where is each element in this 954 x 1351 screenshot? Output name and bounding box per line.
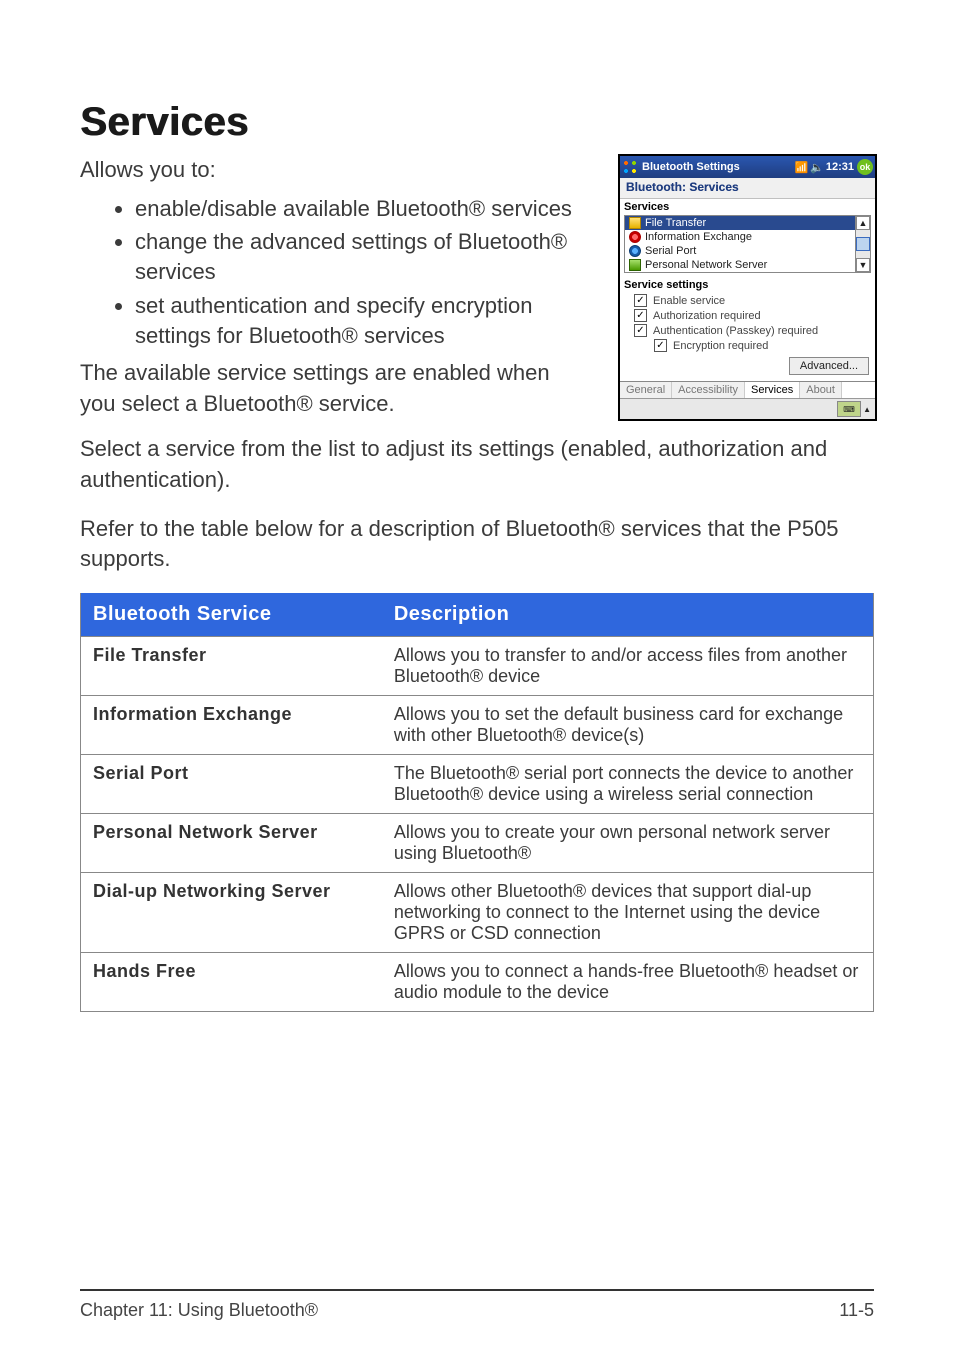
footer-chapter: Chapter 11: Using Bluetooth®	[80, 1300, 318, 1321]
service-list-item-label: Personal Network Server	[645, 259, 767, 271]
table-cell-service-name: Serial Port	[81, 755, 382, 814]
info-icon	[629, 231, 641, 243]
table-row: File TransferAllows you to transfer to a…	[81, 637, 874, 696]
table-cell-description: Allows other Bluetooth® devices that sup…	[382, 873, 874, 953]
checkbox[interactable]: ✓	[634, 294, 647, 307]
table-cell-service-name: Personal Network Server	[81, 814, 382, 873]
table-row: Personal Network ServerAllows you to cre…	[81, 814, 874, 873]
ppc-title-bar: Bluetooth Settings 📶 🔈 12:31 ok	[620, 156, 875, 178]
service-list-item[interactable]: File Transfer	[625, 216, 870, 230]
sip-arrow-icon[interactable]: ▲	[861, 405, 873, 414]
intro-line: Allows you to:	[80, 155, 591, 186]
services-listbox[interactable]: File Transfer Information Exchange Serial …	[624, 215, 871, 273]
table-cell-service-name: Hands Free	[81, 953, 382, 1012]
pocketpc-screenshot: Bluetooth Settings 📶 🔈 12:31 ok Bluetoot…	[619, 155, 876, 420]
ppc-bottom-bar: ⌨ ▲	[620, 398, 875, 419]
table-row: Information ExchangeAllows you to set th…	[81, 696, 874, 755]
service-list-item-label: File Transfer	[645, 217, 706, 229]
table-cell-description: Allows you to set the default business c…	[382, 696, 874, 755]
footer-rule	[80, 1289, 874, 1291]
bullet-item: enable/disable available Bluetooth® serv…	[135, 194, 591, 224]
feature-bullets: enable/disable available Bluetooth® serv…	[80, 194, 591, 350]
scroll-down-icon[interactable]: ▼	[856, 258, 870, 272]
table-cell-service-name: Information Exchange	[81, 696, 382, 755]
bullet-item: change the advanced settings of Bluetoot…	[135, 227, 591, 286]
footer-page-number: 11-5	[839, 1300, 874, 1321]
para-refer-table: Refer to the table below for a descripti…	[80, 514, 874, 576]
table-cell-service-name: File Transfer	[81, 637, 382, 696]
service-list-item-label: Serial Port	[645, 245, 696, 257]
table-cell-service-name: Dial-up Networking Server	[81, 873, 382, 953]
table-cell-description: Allows you to create your own personal n…	[382, 814, 874, 873]
checkbox[interactable]: ✓	[634, 309, 647, 322]
service-list-item-label: Information Exchange	[645, 231, 752, 243]
para-select-service: Select a service from the list to adjust…	[80, 434, 874, 496]
list-scrollbar[interactable]: ▲ ▼	[855, 216, 870, 272]
para-available-settings: The available service settings are enabl…	[80, 358, 591, 420]
service-setting-row: ✓ Encryption required	[620, 338, 875, 353]
table-header-service: Bluetooth Service	[81, 593, 382, 637]
page-heading: Services	[80, 100, 874, 145]
table-row: Hands FreeAllows you to connect a hands-…	[81, 953, 874, 1012]
service-list-item[interactable]: Serial Port	[625, 244, 870, 258]
advanced-button[interactable]: Advanced...	[789, 357, 869, 375]
serial-icon	[629, 245, 641, 257]
net-icon	[629, 259, 641, 271]
start-icon[interactable]	[622, 159, 638, 175]
service-list-item[interactable]: Personal Network Server	[625, 258, 870, 272]
ppc-clock: 12:31	[826, 161, 854, 173]
service-setting-row: ✓ Authorization required	[620, 308, 875, 323]
checkbox[interactable]: ✓	[634, 324, 647, 337]
table-cell-description: The Bluetooth® serial port connects the …	[382, 755, 874, 814]
table-header-description: Description	[382, 593, 874, 637]
table-cell-description: Allows you to transfer to and/or access …	[382, 637, 874, 696]
checkbox-label: Authorization required	[653, 310, 761, 322]
service-setting-row: ✓ Authentication (Passkey) required	[620, 323, 875, 338]
ppc-app-title: Bluetooth Settings	[642, 161, 794, 173]
folder-icon	[629, 217, 641, 229]
ppc-tab[interactable]: Services	[745, 382, 800, 398]
scroll-up-icon[interactable]: ▲	[856, 216, 870, 230]
scroll-thumb[interactable]	[856, 237, 870, 251]
table-cell-description: Allows you to connect a hands-free Bluet…	[382, 953, 874, 1012]
ppc-tab[interactable]: General	[620, 382, 672, 398]
service-list-item[interactable]: Information Exchange	[625, 230, 870, 244]
ppc-tab[interactable]: Accessibility	[672, 382, 745, 398]
services-group-label: Services	[620, 199, 875, 215]
checkbox-label: Enable service	[653, 295, 725, 307]
table-row: Dial-up Networking ServerAllows other Bl…	[81, 873, 874, 953]
volume-icon: 🔈	[810, 161, 824, 174]
service-settings-label: Service settings	[620, 277, 875, 293]
bullet-item: set authentication and specify encryptio…	[135, 291, 591, 350]
service-setting-row: ✓ Enable service	[620, 293, 875, 308]
signal-icon: 📶	[794, 161, 808, 174]
services-description-table: Bluetooth Service Description File Trans…	[80, 593, 874, 1012]
checkbox-label: Authentication (Passkey) required	[653, 325, 818, 337]
checkbox-label: Encryption required	[673, 340, 768, 352]
ok-button[interactable]: ok	[857, 159, 873, 175]
checkbox[interactable]: ✓	[654, 339, 667, 352]
ppc-tab[interactable]: About	[800, 382, 842, 398]
table-row: Serial PortThe Bluetooth® serial port co…	[81, 755, 874, 814]
ppc-subtitle: Bluetooth: Services	[620, 178, 875, 199]
ppc-tabstrip: GeneralAccessibilityServicesAbout	[620, 381, 875, 398]
sip-keyboard-icon[interactable]: ⌨	[837, 401, 861, 417]
